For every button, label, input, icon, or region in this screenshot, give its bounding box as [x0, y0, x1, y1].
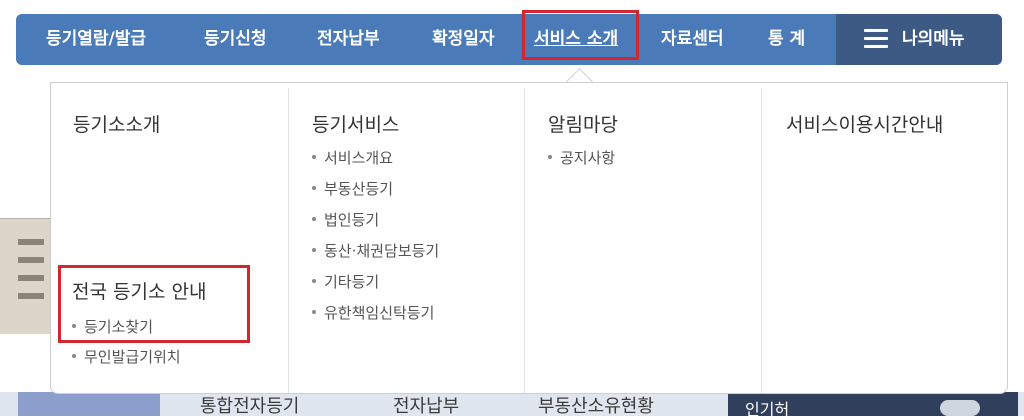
bg-link-e-payment[interactable]: 전자납부	[393, 392, 459, 418]
bg-link-property-ownership[interactable]: 부동산소유현황	[538, 392, 654, 418]
col-title-service-hours[interactable]: 서비스이용시간안내	[786, 110, 943, 137]
col-title-registry-services[interactable]: 등기서비스	[312, 110, 399, 137]
nav-resource-center[interactable]: 자료센터	[661, 14, 724, 65]
hamburger-icon	[864, 29, 888, 49]
menu-item-real-estate[interactable]: 부동산등기	[312, 178, 393, 199]
highlight-box	[58, 265, 250, 343]
background-illustration	[0, 218, 50, 334]
background-quick-links: 통합전자등기 전자납부 부동산소유현황 인기허	[0, 392, 1024, 419]
nav-view-issue[interactable]: 등기열람/발급	[46, 14, 146, 65]
menu-item-limited-trust[interactable]: 유한책임신탁등기	[312, 302, 434, 323]
my-menu-label: 나의메뉴	[902, 29, 965, 49]
bg-link-e-registry[interactable]: 통합전자등기	[200, 392, 299, 418]
menu-item-kiosk-location[interactable]: 무인발급기위치	[72, 346, 181, 367]
menu-item-service-overview[interactable]: 서비스개요	[312, 147, 393, 168]
menu-item-other[interactable]: 기타등기	[312, 271, 379, 292]
nav-statistics[interactable]: 통 계	[768, 14, 805, 65]
nav-registration-apply[interactable]: 등기신청	[204, 14, 267, 65]
nav-fixed-date[interactable]: 확정일자	[432, 14, 495, 65]
my-menu-button[interactable]: 나의메뉴	[836, 14, 1002, 65]
col-title-notice-board[interactable]: 알림마당	[548, 110, 618, 137]
bg-popular-label: 인기허	[745, 400, 790, 419]
bg-toggle[interactable]	[940, 400, 980, 416]
nav-e-payment[interactable]: 전자납부	[317, 14, 380, 65]
background-banner	[18, 392, 160, 416]
column-divider	[524, 88, 525, 393]
menu-item-corporate[interactable]: 법인등기	[312, 209, 379, 230]
menu-item-notices[interactable]: 공지사항	[548, 147, 615, 168]
col-title-registry-office[interactable]: 등기소소개	[73, 110, 160, 137]
column-divider	[761, 88, 762, 393]
menu-item-movable-collateral[interactable]: 동산·채권담보등기	[312, 240, 439, 261]
column-divider	[288, 88, 289, 393]
nav-active-highlight	[522, 10, 639, 60]
